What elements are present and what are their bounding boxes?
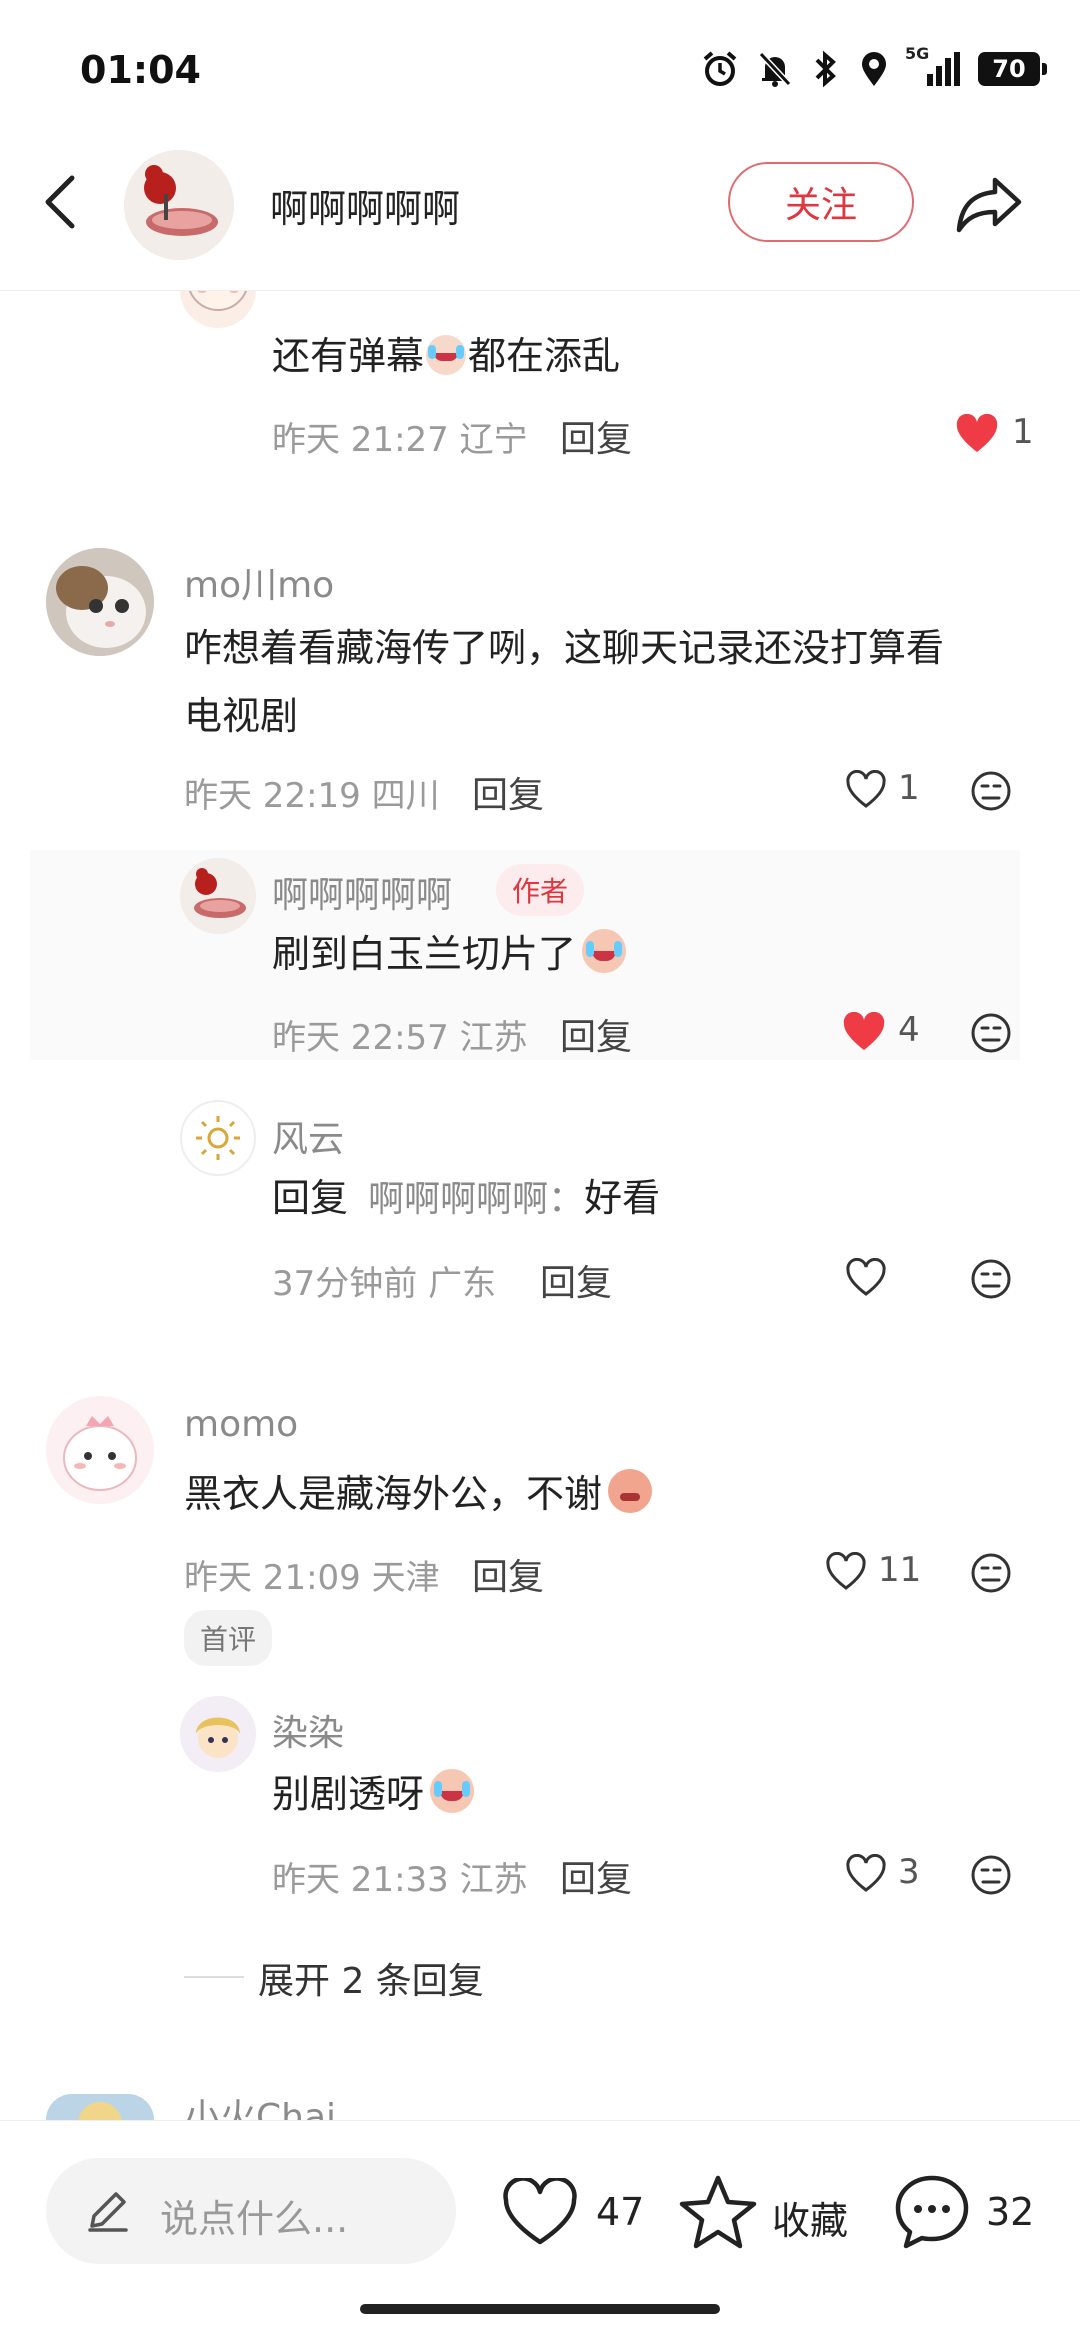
dislike-face-icon[interactable] <box>970 1854 1012 1896</box>
heart-filled-icon[interactable] <box>842 1012 886 1052</box>
crying-emoji-icon <box>430 1769 475 1813</box>
avatar[interactable] <box>180 1696 256 1772</box>
comment-meta: 昨天 21:09 天津 <box>184 1558 440 1598</box>
reply-button[interactable]: 回复 <box>560 1850 632 1902</box>
comment-text: 还有弹幕 都在添乱 <box>272 334 621 378</box>
comment-author[interactable]: 啊啊啊啊啊 <box>272 866 452 918</box>
like-count: 11 <box>878 1550 922 1590</box>
like-count: 1 <box>898 768 920 808</box>
heart-outline-icon[interactable] <box>844 1854 888 1894</box>
avatar[interactable] <box>180 1100 256 1176</box>
like-count: 3 <box>898 1852 920 1892</box>
comment-meta: 昨天 22:57 江苏 <box>272 1018 528 1058</box>
comment-text: 咋想着看藏海传了咧，这聊天记录还没打算看 电视剧 <box>184 626 945 738</box>
reply-button[interactable]: 回复 <box>472 1548 544 1600</box>
comment-author[interactable]: mo川mo <box>184 556 334 608</box>
collect-button[interactable]: 收藏 <box>772 2190 848 2245</box>
author-badge: 作者 <box>496 864 585 916</box>
like-count: 4 <box>898 1010 920 1050</box>
avatar[interactable] <box>46 548 154 656</box>
expand-replies-button[interactable]: 展开 2 条回复 <box>258 1952 484 2004</box>
comment-text: 回复 啊啊啊啊啊：好看 <box>272 1176 661 1220</box>
signal-icon: 5G <box>905 44 960 86</box>
dislike-face-icon[interactable] <box>970 1552 1012 1594</box>
input-placeholder: 说点什么... <box>160 2197 349 2241</box>
comment-count: 32 <box>986 2190 1035 2234</box>
share-icon[interactable] <box>955 174 1025 234</box>
reply-button[interactable]: 回复 <box>560 410 632 462</box>
comment-author[interactable]: 染染 <box>272 1704 344 1756</box>
reply-button[interactable]: 回复 <box>560 1008 632 1060</box>
avatar[interactable] <box>180 858 256 934</box>
heart-outline-icon[interactable] <box>844 1258 888 1298</box>
comment-meta: 37分钟前 广东 <box>272 1264 497 1304</box>
like-post-icon[interactable] <box>500 2178 580 2248</box>
status-time: 01:04 <box>80 48 201 92</box>
network-type: 5G <box>905 44 930 63</box>
like-post-count: 47 <box>596 2190 645 2234</box>
home-indicator[interactable] <box>360 2304 720 2314</box>
comment-author[interactable]: 小火Chai <box>184 2098 336 2120</box>
reply-button[interactable]: 回复 <box>472 766 544 818</box>
comment-text: 黑衣人是藏海外公，不谢 <box>184 1460 653 1528</box>
comment-meta: 昨天 22:19 四川 <box>184 776 440 816</box>
dislike-face-icon[interactable] <box>970 1012 1012 1054</box>
reply-button[interactable]: 回复 <box>540 1254 612 1306</box>
first-comment-badge: 首评 <box>184 1610 273 1666</box>
reply-target[interactable]: 啊啊啊啊啊： <box>368 1179 584 1220</box>
dislike-face-icon[interactable] <box>970 770 1012 812</box>
location-icon <box>862 52 886 86</box>
heart-outline-icon[interactable] <box>824 1552 868 1592</box>
avatar[interactable] <box>46 1396 154 1504</box>
comment-bubble-icon[interactable] <box>892 2172 972 2250</box>
comment-meta: 昨天 21:27 辽宁 <box>272 420 528 460</box>
comment-text: 刷到白玉兰切片了 <box>272 920 627 988</box>
alarm-icon <box>703 51 737 86</box>
comment-text: 别剧透呀 <box>272 1760 475 1828</box>
like-count: 1 <box>1012 412 1034 452</box>
pencil-icon <box>88 2192 128 2232</box>
comment-input[interactable]: 说点什么... <box>46 2158 456 2264</box>
bluetooth-icon <box>815 50 836 88</box>
comment-meta: 昨天 21:33 江苏 <box>272 1860 528 1900</box>
star-icon[interactable] <box>678 2172 758 2250</box>
back-icon[interactable] <box>40 172 80 232</box>
heart-filled-icon[interactable] <box>955 414 999 454</box>
heart-outline-icon[interactable] <box>844 770 888 810</box>
author-avatar[interactable] <box>124 150 234 260</box>
page-title: 啊啊啊啊啊 <box>270 187 461 231</box>
battery-icon: 70 <box>978 52 1047 86</box>
crying-emoji-icon <box>582 929 627 973</box>
expand-divider <box>184 1976 244 1978</box>
mute-icon <box>758 51 792 87</box>
status-icons: 5G 70 <box>701 44 1047 88</box>
comment-author[interactable]: 风云 <box>272 1110 344 1162</box>
angry-emoji-icon <box>608 1469 653 1513</box>
crying-emoji-icon <box>426 335 467 375</box>
comment-author[interactable]: momo <box>184 1404 298 1445</box>
follow-button[interactable]: 关注 <box>728 162 914 242</box>
dislike-face-icon[interactable] <box>970 1258 1012 1300</box>
avatar[interactable] <box>46 2094 154 2120</box>
